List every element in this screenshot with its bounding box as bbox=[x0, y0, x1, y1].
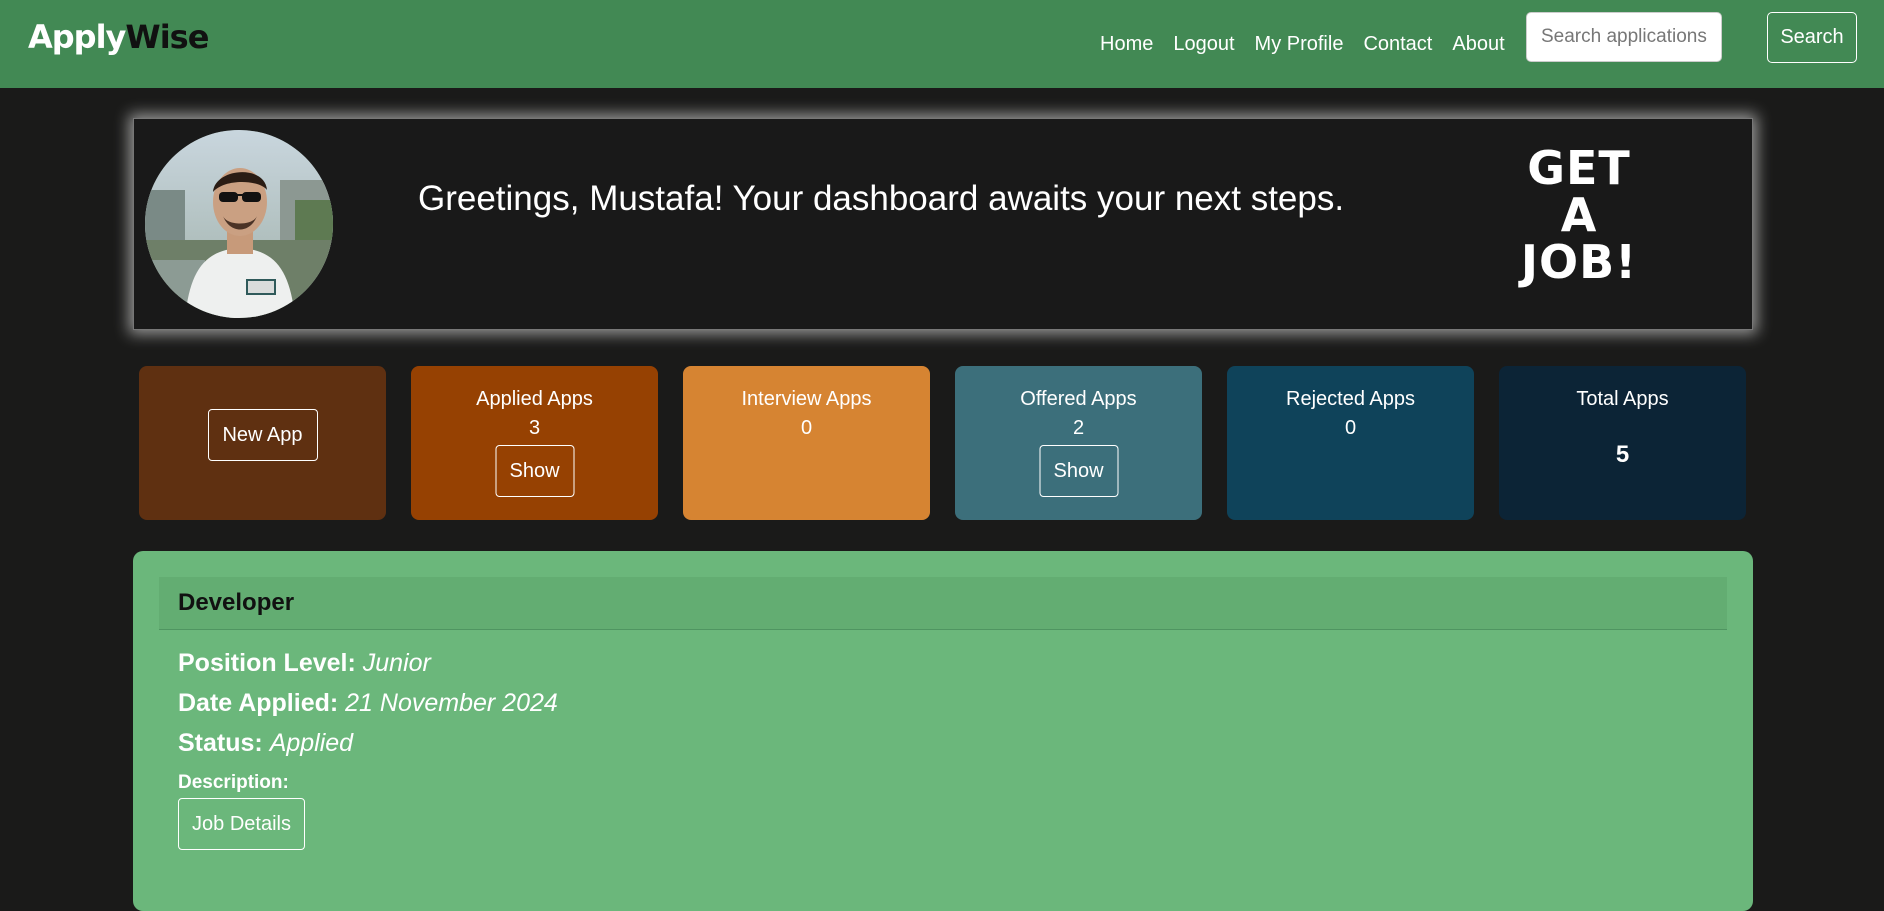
total-apps-card: Total Apps 5 bbox=[1499, 366, 1746, 520]
search-button[interactable]: Search bbox=[1767, 12, 1857, 63]
greeting-text: Greetings, Mustafa! Your dashboard await… bbox=[418, 179, 1345, 218]
date-applied-field: Date Applied: 21 November 2024 bbox=[178, 689, 558, 718]
position-level-value: Junior bbox=[362, 649, 431, 677]
interview-apps-count: 0 bbox=[800, 417, 813, 439]
interview-apps-title: Interview Apps bbox=[741, 388, 872, 410]
slogan-line: GET bbox=[1527, 141, 1631, 195]
status-value: Applied bbox=[269, 729, 354, 757]
applied-apps-title: Applied Apps bbox=[476, 388, 593, 410]
status-label: Status: bbox=[178, 729, 263, 757]
brand-part-apply: Apply bbox=[28, 18, 126, 56]
slogan-line: JOB! bbox=[1520, 235, 1638, 289]
date-applied-value: 21 November 2024 bbox=[345, 689, 558, 717]
status-field: Status: Applied bbox=[178, 729, 353, 758]
avatar bbox=[145, 130, 333, 318]
rejected-apps-card: Rejected Apps 0 bbox=[1227, 366, 1474, 520]
rejected-apps-title: Rejected Apps bbox=[1286, 388, 1415, 410]
application-card-header: Developer bbox=[159, 577, 1727, 630]
navbar: ApplyWise Home Logout My Profile Contact… bbox=[0, 0, 1884, 88]
get-a-job-slogan: GET A JOB! bbox=[1474, 145, 1684, 286]
nav-contact-link[interactable]: Contact bbox=[1363, 33, 1432, 56]
total-apps-title: Total Apps bbox=[1576, 388, 1669, 410]
position-level-field: Position Level: Junior bbox=[178, 649, 431, 678]
application-card: Developer Position Level: Junior Date Ap… bbox=[133, 551, 1753, 911]
application-title: Developer bbox=[178, 589, 295, 616]
new-app-button[interactable]: New App bbox=[207, 409, 318, 461]
slogan-line: A bbox=[1560, 188, 1598, 242]
applied-apps-count: 3 bbox=[528, 417, 541, 439]
brand-part-wise: Wise bbox=[125, 18, 209, 56]
applied-apps-card: Applied Apps 3 Show bbox=[411, 366, 658, 520]
nav-links: Home Logout My Profile Contact About bbox=[1100, 0, 1525, 88]
show-offered-button[interactable]: Show bbox=[1039, 445, 1118, 497]
job-details-button[interactable]: Job Details bbox=[178, 798, 305, 850]
nav-logout-link[interactable]: Logout bbox=[1173, 33, 1234, 56]
nav-about-link[interactable]: About bbox=[1452, 33, 1504, 56]
date-applied-label: Date Applied: bbox=[178, 689, 339, 717]
welcome-banner: Greetings, Mustafa! Your dashboard await… bbox=[133, 118, 1753, 330]
nav-my-profile-link[interactable]: My Profile bbox=[1255, 33, 1344, 56]
show-applied-button[interactable]: Show bbox=[495, 445, 574, 497]
rejected-apps-count: 0 bbox=[1344, 417, 1357, 439]
offered-apps-title: Offered Apps bbox=[1020, 388, 1137, 410]
total-apps-count: 5 bbox=[1615, 441, 1630, 468]
offered-apps-card: Offered Apps 2 Show bbox=[955, 366, 1202, 520]
search-input[interactable] bbox=[1526, 12, 1722, 62]
nav-home-link[interactable]: Home bbox=[1100, 33, 1153, 56]
offered-apps-count: 2 bbox=[1072, 417, 1085, 439]
brand-logo[interactable]: ApplyWise bbox=[28, 18, 209, 56]
position-level-label: Position Level: bbox=[178, 649, 356, 677]
interview-apps-card: Interview Apps 0 bbox=[683, 366, 930, 520]
avatar-photo-icon bbox=[145, 130, 333, 318]
description-label: Description: bbox=[178, 772, 289, 793]
new-app-card: New App bbox=[139, 366, 386, 520]
